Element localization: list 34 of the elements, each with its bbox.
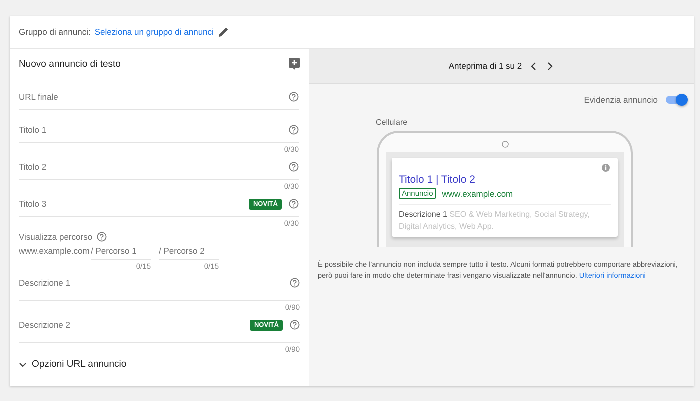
ad-headline[interactable]: Titolo 1 | Titolo 2 xyxy=(399,174,611,186)
highlight-switch[interactable] xyxy=(666,94,688,106)
info-icon[interactable] xyxy=(602,164,610,172)
path-domain: www.example.com xyxy=(19,246,91,257)
form-title: Nuovo annuncio di testo xyxy=(19,58,121,70)
highlight-label: Evidenzia annuncio xyxy=(584,95,658,105)
url-options-toggle[interactable]: Opzioni URL annuncio xyxy=(19,359,127,370)
ad-url: www.example.com xyxy=(442,188,514,198)
help-icon[interactable] xyxy=(289,92,299,102)
field-label: Descrizione 1 xyxy=(19,278,72,288)
field-label: Titolo 2 xyxy=(19,162,48,172)
ad-description: Descrizione 1 SEO & Web Marketing, Social Strategy, Digital Analytics, Web App. xyxy=(399,209,591,233)
preview-pager: Anteprima di 1 su 2 xyxy=(448,61,522,71)
ad-group-link[interactable]: Seleziona un gruppo di annunci xyxy=(94,27,214,37)
path-input[interactable]: / Percorso 1 xyxy=(91,246,151,260)
pencil-icon[interactable] xyxy=(218,26,229,38)
help-icon[interactable] xyxy=(289,125,299,135)
path-input[interactable]: / Percorso 2 xyxy=(159,246,219,260)
field-label: URL finale xyxy=(19,92,60,102)
help-icon[interactable] xyxy=(96,232,107,242)
help-icon[interactable] xyxy=(289,199,299,209)
camera-icon xyxy=(502,141,508,148)
field-label: Titolo 3 xyxy=(19,199,48,209)
device-label: Cellulare xyxy=(376,118,409,127)
add-comment-icon[interactable] xyxy=(289,58,300,70)
field-label: Titolo 1 xyxy=(19,125,48,135)
ad-group-label: Gruppo di annunci: xyxy=(19,27,91,37)
field-label: Descrizione 2 xyxy=(19,320,72,330)
help-icon[interactable] xyxy=(289,162,299,172)
previous-icon[interactable] xyxy=(530,62,538,70)
next-icon[interactable] xyxy=(546,62,554,70)
path-label: Visualizza percorso xyxy=(19,232,93,242)
help-icon[interactable] xyxy=(290,278,300,288)
help-icon[interactable] xyxy=(290,320,300,330)
